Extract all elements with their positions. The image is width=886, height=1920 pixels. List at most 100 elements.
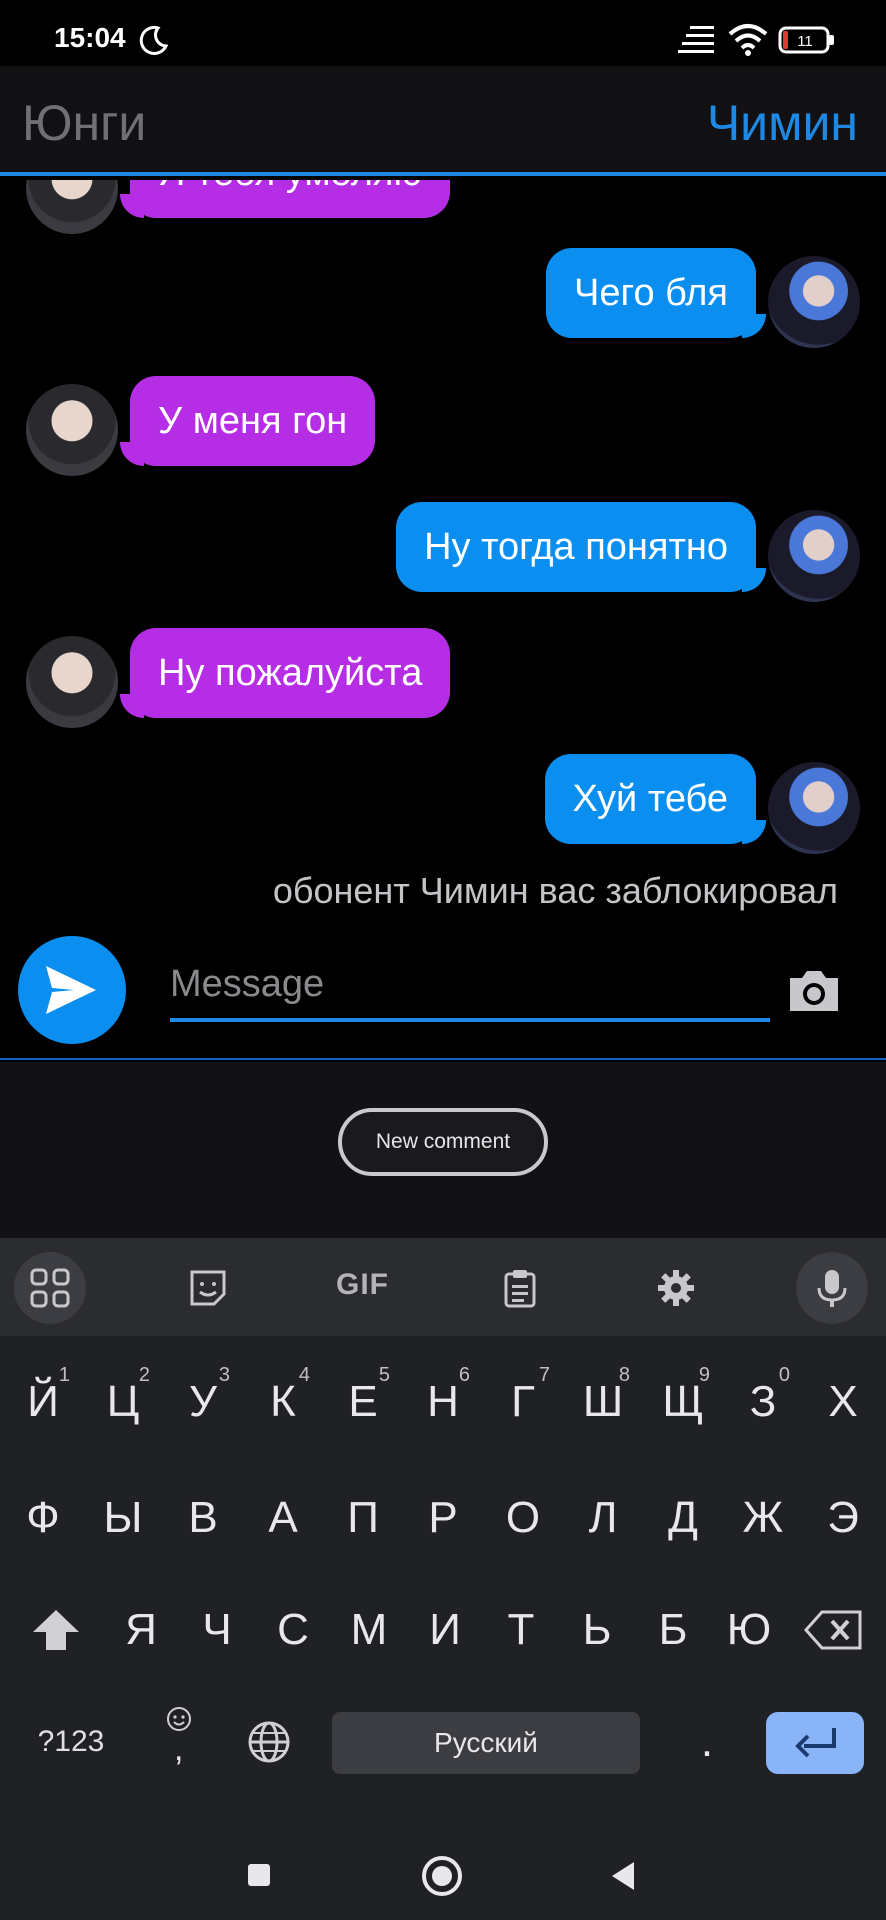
- clipboard-button[interactable]: [484, 1252, 556, 1324]
- key[interactable]: Д: [644, 1468, 722, 1568]
- key[interactable]: Г7: [484, 1352, 562, 1452]
- key[interactable]: П: [324, 1468, 402, 1568]
- signal-icon: [678, 26, 714, 53]
- contact-name-left[interactable]: Юнги: [22, 94, 146, 152]
- status-bar: 15:04 11: [0, 0, 886, 66]
- apps-grid-button[interactable]: [14, 1252, 86, 1324]
- recents-button[interactable]: [248, 1864, 270, 1886]
- home-button[interactable]: [422, 1856, 462, 1896]
- message-bubble-right[interactable]: Чего бля: [546, 248, 766, 338]
- key[interactable]: О: [484, 1468, 562, 1568]
- message-list[interactable]: Я тебя умоляю Чего бля У меня гон Ну тог…: [0, 180, 886, 940]
- key[interactable]: Т: [484, 1580, 558, 1680]
- avatar-jimin: [768, 762, 860, 854]
- message-bubble-left[interactable]: Ну пожалуйста: [119, 628, 451, 718]
- key[interactable]: Ф: [4, 1468, 82, 1568]
- message-bubble-right[interactable]: Ну тогда понятно: [396, 502, 766, 592]
- settings-gear-icon: [658, 1270, 694, 1306]
- key-hint: 6: [458, 1364, 470, 1386]
- avatar-yoongi: [26, 384, 118, 476]
- key[interactable]: Ч: [180, 1580, 254, 1680]
- battery-icon: 11: [778, 26, 836, 54]
- system-message: обонент Чимин вас заблокировал: [272, 870, 838, 911]
- comment-area: New comment: [0, 1062, 886, 1238]
- key[interactable]: И: [408, 1580, 482, 1680]
- message-bubble-right[interactable]: Хуй тебе: [544, 754, 767, 844]
- key[interactable]: Л: [564, 1468, 642, 1568]
- sticker-button[interactable]: [172, 1252, 244, 1324]
- key[interactable]: Ю: [712, 1580, 786, 1680]
- enter-icon: [795, 1728, 836, 1758]
- key-label: К: [270, 1377, 296, 1426]
- key[interactable]: Е5: [324, 1352, 402, 1452]
- key[interactable]: Э: [804, 1468, 882, 1568]
- key-label: У: [189, 1377, 217, 1426]
- key-hint: 1: [58, 1364, 70, 1386]
- key-hint: 5: [378, 1364, 390, 1386]
- emoji-comma-key[interactable]: ,: [148, 1692, 210, 1792]
- key-label: Г: [511, 1377, 535, 1426]
- shift-icon: [33, 1610, 79, 1650]
- contact-name-right[interactable]: Чимин: [707, 94, 858, 152]
- enter-key[interactable]: [766, 1712, 864, 1774]
- period-key[interactable]: .: [672, 1692, 742, 1792]
- key[interactable]: К4: [244, 1352, 322, 1452]
- backspace-key[interactable]: [792, 1580, 876, 1680]
- key[interactable]: Р: [404, 1468, 482, 1568]
- key[interactable]: Ц2: [84, 1352, 162, 1452]
- key[interactable]: Ж: [724, 1468, 802, 1568]
- avatar-yoongi: [26, 180, 118, 234]
- navigation-bar: [0, 1836, 886, 1920]
- chat-header: Юнги Чимин: [0, 66, 886, 176]
- back-button[interactable]: [612, 1862, 634, 1890]
- send-icon: [46, 966, 96, 1014]
- settings-button[interactable]: [640, 1252, 712, 1324]
- camera-icon[interactable]: [786, 968, 842, 1014]
- keyboard: GIF Й1 Ц2 У 3 К 4 Е 5 Н 6 Г 7 Ш 8 Щ 9 З …: [0, 1238, 886, 1836]
- key-label: Н: [427, 1377, 459, 1426]
- key-hint: 2: [138, 1364, 150, 1386]
- microphone-button[interactable]: [796, 1252, 868, 1324]
- sticker-icon: [190, 1270, 226, 1306]
- key-label: Ш: [582, 1377, 624, 1426]
- keyboard-toolbar: GIF: [0, 1238, 886, 1336]
- key[interactable]: Н6: [404, 1352, 482, 1452]
- key[interactable]: Щ9: [644, 1352, 722, 1452]
- key[interactable]: Б: [636, 1580, 710, 1680]
- key[interactable]: Я: [104, 1580, 178, 1680]
- key[interactable]: В: [164, 1468, 242, 1568]
- gif-button[interactable]: GIF: [336, 1268, 389, 1302]
- emoji-icon: [167, 1707, 191, 1731]
- key-hint: 7: [538, 1364, 550, 1386]
- shift-key[interactable]: [14, 1580, 98, 1680]
- key[interactable]: Х: [804, 1352, 882, 1452]
- key[interactable]: Ь: [560, 1580, 634, 1680]
- key-hint: 4: [298, 1364, 310, 1386]
- globe-icon: [248, 1721, 290, 1763]
- key[interactable]: Ш8: [564, 1352, 642, 1452]
- key-label: Й: [27, 1377, 59, 1426]
- new-comment-button[interactable]: New comment: [338, 1108, 548, 1176]
- message-bubble-left[interactable]: Я тебя умоляю: [120, 180, 450, 218]
- key-label: Х: [828, 1377, 858, 1426]
- key[interactable]: М: [332, 1580, 406, 1680]
- key-label: Е: [348, 1377, 378, 1426]
- key[interactable]: А: [244, 1468, 322, 1568]
- message-input[interactable]: [170, 950, 770, 1022]
- key-hint: 0: [778, 1364, 790, 1386]
- send-button[interactable]: [18, 936, 126, 1044]
- space-bar[interactable]: Русский: [332, 1712, 640, 1774]
- backspace-icon: [804, 1610, 862, 1650]
- avatar-yoongi: [26, 636, 118, 728]
- key[interactable]: З0: [724, 1352, 802, 1452]
- symbols-key[interactable]: ?123: [14, 1692, 128, 1792]
- key[interactable]: С: [256, 1580, 330, 1680]
- key-label: Щ: [662, 1377, 704, 1426]
- key[interactable]: У3: [164, 1352, 242, 1452]
- key-label: Ц: [106, 1377, 140, 1426]
- language-key[interactable]: [238, 1692, 300, 1792]
- message-bubble-left[interactable]: У меня гон: [119, 376, 376, 466]
- key[interactable]: Ы: [84, 1468, 162, 1568]
- key[interactable]: Й1: [4, 1352, 82, 1452]
- avatar-jimin: [768, 256, 860, 348]
